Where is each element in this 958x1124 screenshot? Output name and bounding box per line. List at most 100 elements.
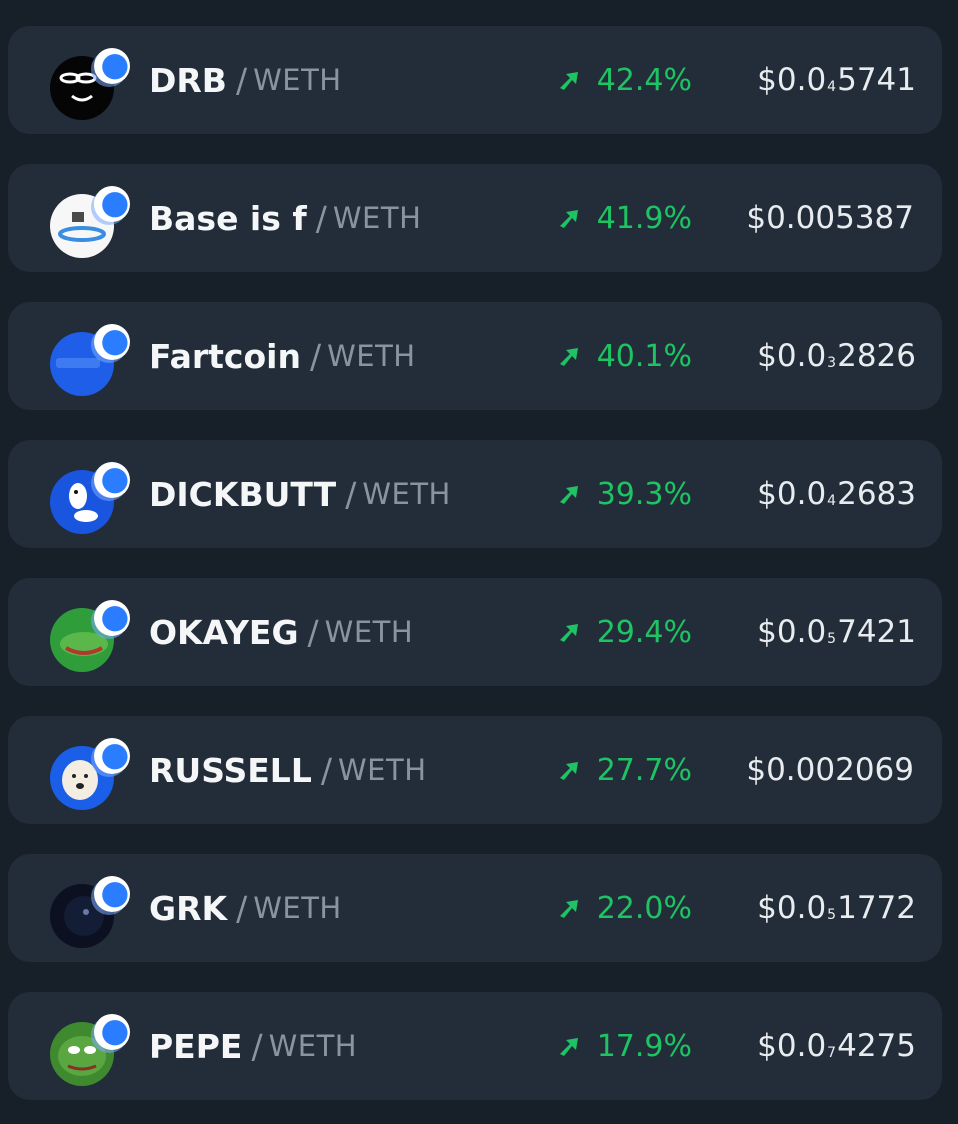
pair-separator: / <box>315 198 327 238</box>
price-zero-count: 5 <box>827 631 837 647</box>
token-symbol: DRB <box>149 60 227 100</box>
trend-up-icon <box>559 210 578 228</box>
token-avatar <box>50 600 138 672</box>
price-prefix: $0.002069 <box>746 752 914 788</box>
pair-separator: / <box>320 750 332 790</box>
price-digits: 5741 <box>837 62 916 98</box>
trend-up-icon <box>559 348 578 366</box>
base-chain-icon <box>94 462 130 498</box>
token-avatar <box>50 324 138 396</box>
pair-name: DICKBUTT / WETH <box>149 440 451 548</box>
base-chain-icon <box>94 324 130 360</box>
change-percent: 41.9% <box>596 200 692 236</box>
base-chain-icon <box>94 738 130 774</box>
token-row-pepe[interactable]: PEPE / WETH 17.9% $0.0 7 4275 <box>8 992 942 1100</box>
base-chain-icon <box>94 186 130 222</box>
quote-symbol: WETH <box>337 753 427 787</box>
price-prefix: $0.0 <box>757 476 827 512</box>
token-avatar <box>50 462 138 534</box>
pair-name: GRK / WETH <box>149 854 342 962</box>
quote-symbol: WETH <box>324 615 414 649</box>
price-zero-count: 5 <box>827 907 837 923</box>
price-change: 27.7% <box>557 716 692 824</box>
price-prefix: $0.0 <box>757 338 827 374</box>
price-digits: 1772 <box>837 890 916 926</box>
token-row-russell[interactable]: RUSSELL / WETH 27.7% $0.002069 <box>8 716 942 824</box>
price-zero-count: 3 <box>827 355 837 371</box>
token-price: $0.0 4 5741 <box>757 26 916 134</box>
token-gainers-list: DRB / WETH 42.4% $0.0 4 5741 Base is f / W… <box>0 0 958 1124</box>
token-avatar <box>50 738 138 810</box>
trend-up-icon <box>559 72 578 90</box>
pair-name: OKAYEG / WETH <box>149 578 413 686</box>
quote-symbol: WETH <box>253 891 342 925</box>
quote-symbol: WETH <box>362 477 451 511</box>
price-zero-count: 4 <box>827 493 837 509</box>
quote-symbol: WETH <box>332 201 422 235</box>
price-prefix: $0.0 <box>757 890 827 926</box>
price-prefix: $0.0 <box>757 614 827 650</box>
pair-name: Fartcoin / WETH <box>149 302 416 410</box>
pair-separator: / <box>251 1026 263 1066</box>
token-symbol: PEPE <box>149 1026 243 1066</box>
pair-name: RUSSELL / WETH <box>149 716 427 824</box>
pair-name: DRB / WETH <box>149 26 342 134</box>
change-percent: 22.0% <box>596 890 692 926</box>
token-price: $0.0 7 4275 <box>757 992 916 1100</box>
price-digits: 7421 <box>837 614 916 650</box>
price-prefix: $0.0 <box>757 62 827 98</box>
price-change: 42.4% <box>557 26 692 134</box>
token-row-fartcoin[interactable]: Fartcoin / WETH 40.1% $0.0 3 2826 <box>8 302 942 410</box>
token-row-grk[interactable]: GRK / WETH 22.0% $0.0 5 1772 <box>8 854 942 962</box>
change-percent: 39.3% <box>596 476 692 512</box>
price-zero-count: 7 <box>827 1045 837 1061</box>
pair-separator: / <box>236 888 248 928</box>
token-price: $0.0 4 2683 <box>757 440 916 548</box>
change-percent: 40.1% <box>596 338 692 374</box>
token-price: $0.005387 <box>746 164 916 272</box>
price-digits: 4275 <box>837 1028 916 1064</box>
price-change: 40.1% <box>557 302 692 410</box>
change-percent: 42.4% <box>596 62 692 98</box>
token-row-drb[interactable]: DRB / WETH 42.4% $0.0 4 5741 <box>8 26 942 134</box>
quote-symbol: WETH <box>268 1029 358 1063</box>
token-symbol: RUSSELL <box>149 750 312 790</box>
base-chain-icon <box>94 48 130 84</box>
token-row-base-is-f[interactable]: Base is f / WETH 41.9% $0.005387 <box>8 164 942 272</box>
token-symbol: GRK <box>149 888 228 928</box>
price-change: 41.9% <box>557 164 692 272</box>
token-price: $0.0 3 2826 <box>757 302 916 410</box>
token-price: $0.0 5 1772 <box>757 854 916 962</box>
pair-name: Base is f / WETH <box>149 164 421 272</box>
price-prefix: $0.0 <box>757 1028 827 1064</box>
token-symbol: OKAYEG <box>149 612 299 652</box>
token-symbol: Base is f <box>149 198 307 238</box>
base-chain-icon <box>94 600 130 636</box>
price-digits: 2683 <box>837 476 916 512</box>
price-digits: 2826 <box>837 338 916 374</box>
base-chain-icon <box>94 876 130 912</box>
trend-up-icon <box>559 762 578 780</box>
price-prefix: $0.005387 <box>746 200 914 236</box>
token-avatar <box>50 876 138 948</box>
token-avatar <box>50 186 138 258</box>
pair-name: PEPE / WETH <box>149 992 357 1100</box>
token-avatar <box>50 1014 138 1086</box>
price-change: 39.3% <box>557 440 692 548</box>
token-row-dickbutt[interactable]: DICKBUTT / WETH 39.3% $0.0 4 2683 <box>8 440 942 548</box>
token-symbol: DICKBUTT <box>149 474 337 514</box>
pair-separator: / <box>307 612 319 652</box>
trend-up-icon <box>559 624 578 642</box>
trend-up-icon <box>559 1038 578 1056</box>
price-change: 17.9% <box>557 992 692 1100</box>
price-zero-count: 4 <box>827 79 837 95</box>
base-chain-icon <box>94 1014 130 1050</box>
pair-separator: / <box>345 474 357 514</box>
quote-symbol: WETH <box>327 339 416 373</box>
token-symbol: Fartcoin <box>149 336 301 376</box>
change-percent: 27.7% <box>596 752 692 788</box>
change-percent: 17.9% <box>596 1028 692 1064</box>
token-row-okayeg[interactable]: OKAYEG / WETH 29.4% $0.0 5 7421 <box>8 578 942 686</box>
token-avatar <box>50 48 138 120</box>
price-change: 29.4% <box>557 578 692 686</box>
